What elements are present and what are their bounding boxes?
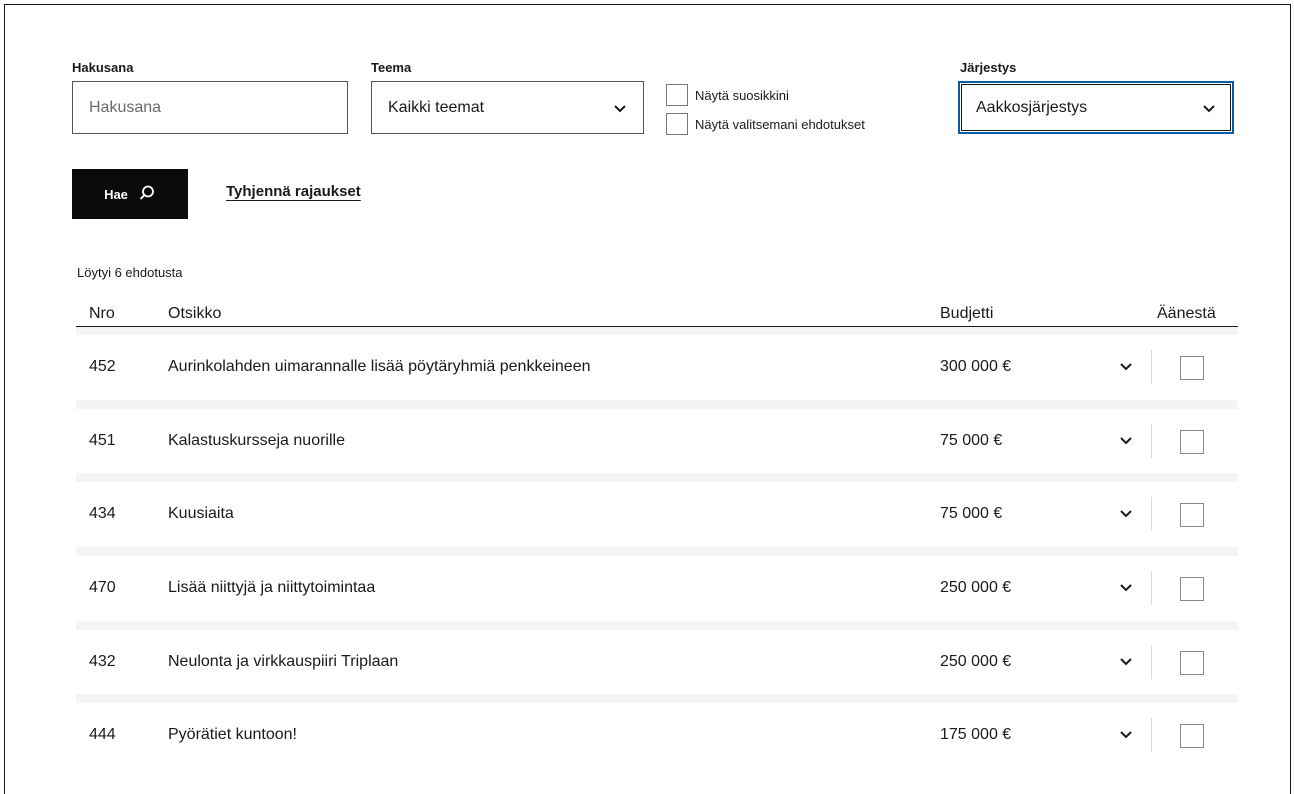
search-icon xyxy=(138,184,156,205)
order-select-value: Aakkosjärjestys xyxy=(976,98,1088,116)
row-number: 434 xyxy=(89,504,116,522)
row-budget: 75 000 € xyxy=(940,504,1003,522)
expand-row-button[interactable] xyxy=(1114,354,1138,378)
row-divider xyxy=(1151,645,1152,679)
show-favorites-option[interactable]: Näytä suosikkini xyxy=(666,84,789,106)
keyword-label: Hakusana xyxy=(72,60,134,75)
expand-row-button[interactable] xyxy=(1114,722,1138,746)
table-row: 470 Lisää niittyjä ja niittytoimintaa 25… xyxy=(76,556,1238,619)
row-number: 444 xyxy=(89,725,116,743)
vote-checkbox[interactable] xyxy=(1180,724,1204,748)
row-budget: 250 000 € xyxy=(940,652,1012,670)
row-divider xyxy=(1151,497,1152,531)
row-title: Neulonta ja virkkauspiiri Triplaan xyxy=(168,652,399,670)
table-row: 434 Kuusiaita 75 000 € xyxy=(76,482,1238,545)
show-selected-label: Näytä valitsemani ehdotukset xyxy=(695,116,865,132)
row-number: 452 xyxy=(89,357,116,375)
row-number: 451 xyxy=(89,431,116,449)
show-favorites-checkbox[interactable] xyxy=(666,84,688,106)
chevron-down-icon xyxy=(1120,510,1132,518)
column-header-vote: Äänestä xyxy=(1157,305,1216,322)
row-number: 470 xyxy=(89,578,116,596)
column-header-budget: Budjetti xyxy=(940,305,994,322)
vote-checkbox[interactable] xyxy=(1180,577,1204,601)
vote-checkbox[interactable] xyxy=(1180,651,1204,675)
vote-checkbox[interactable] xyxy=(1180,356,1204,380)
vote-checkbox[interactable] xyxy=(1180,503,1204,527)
row-budget: 300 000 € xyxy=(940,357,1012,375)
vote-checkbox[interactable] xyxy=(1180,430,1204,454)
row-budget: 250 000 € xyxy=(940,578,1012,596)
order-select[interactable]: Aakkosjärjestys xyxy=(958,81,1234,134)
keyword-field-wrapper xyxy=(72,81,348,134)
column-header-title: Otsikko xyxy=(168,305,222,322)
row-divider xyxy=(1151,424,1152,458)
search-button[interactable]: Hae xyxy=(72,169,188,219)
expand-row-button[interactable] xyxy=(1114,428,1138,452)
chevron-down-icon xyxy=(1120,731,1132,739)
chevron-down-icon xyxy=(1120,363,1132,371)
theme-select-value: Kaikki teemat xyxy=(388,98,485,116)
chevron-down-icon xyxy=(613,101,627,115)
row-divider xyxy=(1151,350,1152,384)
table-row: 452 Aurinkolahden uimarannalle lisää pöy… xyxy=(76,335,1238,398)
search-button-label: Hae xyxy=(104,186,128,202)
row-title: Kalastuskursseja nuorille xyxy=(168,431,345,449)
show-selected-option[interactable]: Näytä valitsemani ehdotukset xyxy=(666,113,865,135)
expand-row-button[interactable] xyxy=(1114,575,1138,599)
chevron-down-icon xyxy=(1120,658,1132,666)
chevron-down-icon xyxy=(1120,437,1132,445)
show-selected-checkbox[interactable] xyxy=(666,113,688,135)
theme-select[interactable]: Kaikki teemat xyxy=(371,81,644,134)
expand-row-button[interactable] xyxy=(1114,649,1138,673)
page-frame: Hakusana Teema Kaikki teemat Näytä suosi… xyxy=(4,4,1291,794)
row-divider xyxy=(1151,571,1152,605)
chevron-down-icon xyxy=(1120,584,1132,592)
row-title: Pyörätiet kuntoon! xyxy=(168,725,297,743)
row-budget: 175 000 € xyxy=(940,725,1012,743)
row-budget: 75 000 € xyxy=(940,431,1003,449)
table-row: 451 Kalastuskursseja nuorille 75 000 € xyxy=(76,409,1238,472)
row-divider xyxy=(1151,718,1152,752)
row-title: Aurinkolahden uimarannalle lisää pöytäry… xyxy=(168,357,591,375)
column-header-number: Nro xyxy=(89,305,115,322)
clear-filters-link[interactable]: Tyhjennä rajaukset xyxy=(226,183,361,200)
order-label: Järjestys xyxy=(960,60,1017,75)
keyword-input[interactable] xyxy=(89,98,331,117)
row-number: 432 xyxy=(89,652,116,670)
result-count: Löytyi 6 ehdotusta xyxy=(77,265,183,280)
chevron-down-icon xyxy=(1202,101,1216,115)
show-favorites-label: Näytä suosikkini xyxy=(695,87,789,103)
expand-row-button[interactable] xyxy=(1114,501,1138,525)
table-row: 432 Neulonta ja virkkauspiiri Triplaan 2… xyxy=(76,630,1238,693)
table-row: 444 Pyörätiet kuntoon! 175 000 € xyxy=(76,703,1238,766)
row-title: Lisää niittyjä ja niittytoimintaa xyxy=(168,578,376,596)
row-title: Kuusiaita xyxy=(168,504,234,522)
theme-label: Teema xyxy=(371,60,412,75)
